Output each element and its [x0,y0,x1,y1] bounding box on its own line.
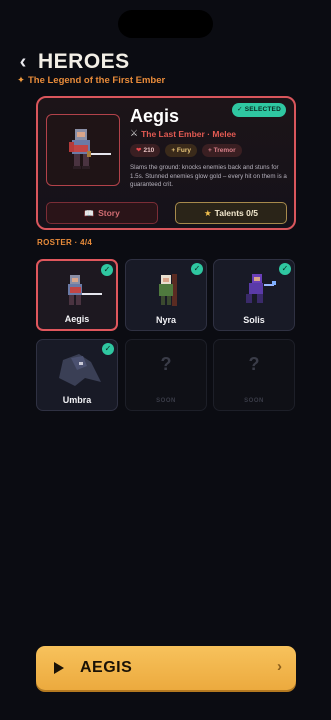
trait-chip-fury: + Fury [165,144,197,157]
heart-icon: ❤ [136,147,142,154]
talents-button[interactable]: ★ Talents 0/5 [175,202,287,224]
slot-name: Umbra [62,395,92,405]
hero-detail-card: Aegis ✓ SELECTED ⚔ The Last Ember · Melee… [36,96,296,230]
hero-class-label: The Last Ember · Melee [141,128,237,139]
nyra-sprite [159,274,177,306]
slot-name: Aegis [64,314,90,324]
hero-stat-chips: ❤ 210 + Fury + Tremor [130,144,242,157]
hero-portrait [46,114,120,186]
hero-name: Aegis [130,106,180,126]
selected-badge: ✓ SELECTED [232,103,286,117]
story-label: Story [98,208,120,218]
umbra-sprite [59,354,101,386]
hp-chip: ❤ 210 [130,144,161,157]
hp-value: 210 [143,147,155,154]
roster-label: ROSTER · 4/4 [37,238,93,247]
crossed-swords-icon: ⚔ [130,128,139,138]
roster-slot-locked: ? SOON [125,339,207,411]
question-mark-icon: ? [160,354,172,374]
slot-name: Nyra [155,315,176,325]
header: ‹ HEROES [16,50,130,74]
hero-class: ⚔ The Last Ember · Melee [130,128,236,139]
page-title: HEROES [38,50,130,73]
roster-slot-solis[interactable]: ✓ Solis [213,259,295,331]
trait-chip-tremor: + Tremor [202,144,242,157]
question-mark-icon: ? [248,354,260,374]
book-icon: 📖 [84,208,95,218]
play-icon [54,662,64,674]
hero-description: Slams the ground: knocks enemies back an… [130,164,287,189]
roster-slot-locked: ? SOON [213,339,295,411]
roster-slot-nyra[interactable]: ✓ Nyra [125,259,207,331]
aegis-sprite [68,275,102,305]
play-button-label: AEGIS [80,659,133,676]
chevron-right-icon: › [277,658,282,675]
talents-label: Talents 0/5 [214,208,258,218]
soon-label: SOON [244,398,264,404]
roster-slot-umbra[interactable]: ✓ Umbra [36,339,118,411]
soon-label: SOON [156,398,176,404]
roster-slot-aegis[interactable]: ✓ Aegis [36,259,118,331]
star-icon: ★ [204,207,212,218]
page-subtitle: ✦ The Legend of the First Ember [17,75,165,86]
slot-name: Solis [243,315,265,325]
story-button[interactable]: 📖 Story [46,202,158,224]
play-button[interactable]: AEGIS › [36,646,296,690]
subtitle-text: The Legend of the First Ember [27,75,166,86]
solis-sprite [246,274,276,303]
chevron-left-icon[interactable]: ‹ [16,51,30,73]
aegis-portrait-sprite [69,129,111,169]
device-notch [118,10,213,38]
sparkle-icon: ✦ [17,75,25,86]
